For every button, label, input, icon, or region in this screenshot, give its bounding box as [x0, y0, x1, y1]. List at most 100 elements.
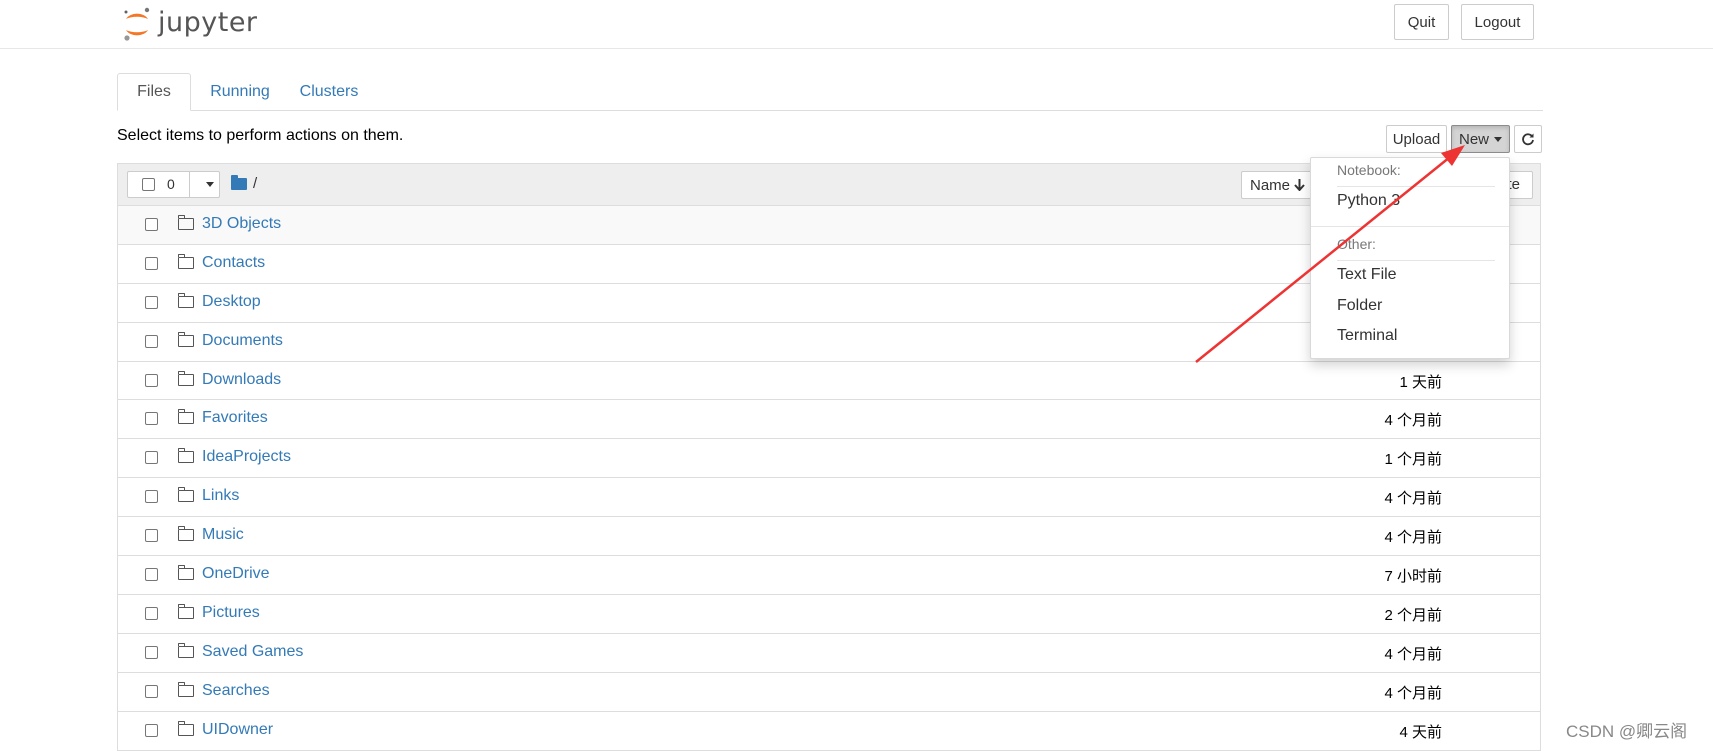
list-item[interactable]: Saved Games 4 个月前 — [118, 634, 1540, 673]
file-name-link[interactable]: Music — [202, 526, 244, 544]
modified-time: 4 个月前 — [1384, 645, 1442, 663]
caret-down-icon[interactable] — [206, 182, 214, 187]
logo-text: jupyter — [158, 6, 258, 38]
file-name-link[interactable]: OneDrive — [202, 565, 270, 583]
breadcrumb-root[interactable]: / — [253, 175, 257, 192]
folder-icon — [177, 448, 194, 464]
new-button[interactable]: New — [1451, 125, 1510, 153]
modified-time: 4 天前 — [1399, 723, 1442, 741]
row-checkbox[interactable] — [145, 723, 158, 737]
divider — [189, 172, 190, 197]
row-checkbox[interactable] — [145, 295, 158, 309]
folder-icon — [231, 174, 247, 190]
modified-time: 4 个月前 — [1384, 412, 1442, 430]
select-all-checkbox[interactable] — [142, 178, 155, 191]
tab-bar: Files Running Clusters — [117, 73, 1543, 111]
row-checkbox[interactable] — [145, 373, 158, 387]
menu-item-terminal[interactable]: Terminal — [1337, 327, 1397, 345]
list-item[interactable]: Links 4 个月前 — [118, 478, 1540, 518]
menu-divider — [1311, 226, 1509, 227]
row-checkbox[interactable] — [145, 606, 158, 620]
list-item[interactable]: Favorites 4 个月前 — [118, 400, 1540, 440]
folder-icon — [177, 681, 194, 697]
quit-button[interactable]: Quit — [1394, 4, 1449, 40]
notebook-section-header: Notebook: — [1337, 162, 1401, 178]
new-dropdown-menu: Notebook: Python 3 Other: Text File Fold… — [1310, 157, 1510, 359]
row-checkbox[interactable] — [145, 412, 158, 426]
folder-icon — [177, 292, 194, 308]
other-section-header: Other: — [1337, 236, 1376, 252]
list-item[interactable]: OneDrive 7 小时前 — [118, 556, 1540, 595]
modified-time: 2 个月前 — [1384, 606, 1442, 624]
select-all-control[interactable]: 0 — [127, 171, 220, 198]
modified-time: 4 个月前 — [1384, 529, 1442, 547]
jupyter-logo[interactable]: jupyter — [120, 4, 258, 44]
row-checkbox[interactable] — [145, 334, 158, 348]
list-item[interactable]: UIDowner 4 天前 — [118, 712, 1540, 751]
row-checkbox[interactable] — [145, 256, 158, 270]
breadcrumb[interactable]: / — [231, 174, 257, 192]
modified-time: 1 个月前 — [1384, 451, 1442, 469]
file-name-link[interactable]: Saved Games — [202, 643, 303, 661]
row-checkbox[interactable] — [145, 568, 158, 582]
folder-icon — [177, 370, 194, 386]
menu-item-folder[interactable]: Folder — [1337, 297, 1382, 315]
row-checkbox[interactable] — [145, 490, 158, 504]
list-item[interactable]: IdeaProjects 1 个月前 — [118, 439, 1540, 479]
list-item[interactable]: Downloads 1 天前 — [118, 362, 1540, 401]
folder-icon — [177, 603, 194, 619]
row-checkbox[interactable] — [145, 645, 158, 659]
tab-running[interactable]: Running — [205, 73, 275, 111]
file-name-link[interactable]: Documents — [202, 332, 283, 350]
caret-down-icon — [1494, 136, 1502, 142]
menu-item-python3[interactable]: Python 3 — [1337, 192, 1400, 210]
file-name-link[interactable]: IdeaProjects — [202, 448, 291, 466]
row-checkbox[interactable] — [145, 529, 158, 543]
folder-icon — [177, 487, 194, 503]
file-name-link[interactable]: Searches — [202, 682, 270, 700]
modified-time: 4 个月前 — [1384, 490, 1442, 508]
tab-clusters[interactable]: Clusters — [292, 73, 366, 111]
folder-icon — [177, 565, 194, 581]
logout-button[interactable]: Logout — [1461, 4, 1534, 40]
menu-separator — [1337, 260, 1495, 261]
modified-time: 4 个月前 — [1384, 684, 1442, 702]
modified-time: 1 天前 — [1399, 373, 1442, 391]
row-checkbox[interactable] — [145, 684, 158, 698]
selected-count: 0 — [167, 176, 175, 192]
file-name-link[interactable]: Downloads — [202, 371, 281, 389]
upload-button[interactable]: Upload — [1386, 125, 1447, 153]
file-name-link[interactable]: Favorites — [202, 409, 268, 427]
folder-icon — [177, 720, 194, 736]
folder-icon — [177, 409, 194, 425]
list-item[interactable]: Searches 4 个月前 — [118, 673, 1540, 712]
jupyter-logo-icon — [124, 7, 150, 41]
file-name-link[interactable]: Contacts — [202, 254, 265, 272]
sort-by-name-button[interactable]: Name — [1241, 171, 1315, 199]
file-name-link[interactable]: 3D Objects — [202, 215, 281, 233]
folder-icon — [177, 253, 194, 269]
row-checkbox[interactable] — [145, 451, 158, 465]
row-checkbox[interactable] — [145, 218, 158, 231]
menu-separator — [1337, 186, 1495, 187]
file-name-link[interactable]: UIDowner — [202, 721, 273, 739]
folder-icon — [177, 526, 194, 542]
folder-icon — [177, 642, 194, 658]
new-button-label: New — [1458, 130, 1489, 148]
sort-name-label: Name — [1250, 176, 1291, 194]
tab-files[interactable]: Files — [117, 73, 191, 111]
file-name-link[interactable]: Pictures — [202, 604, 260, 622]
modified-time: 7 小时前 — [1384, 568, 1442, 586]
list-item[interactable]: Pictures 2 个月前 — [118, 595, 1540, 634]
file-name-link[interactable]: Desktop — [202, 293, 261, 311]
refresh-icon — [1522, 133, 1534, 146]
list-item[interactable]: Music 4 个月前 — [118, 517, 1540, 557]
folder-icon — [177, 215, 194, 230]
selection-hint: Select items to perform actions on them. — [117, 127, 404, 144]
arrow-down-icon — [1294, 179, 1305, 191]
watermark: CSDN @卿云阁 — [1566, 722, 1688, 741]
file-name-link[interactable]: Links — [202, 487, 239, 505]
header-bar: jupyter Quit Logout — [0, 0, 1713, 49]
refresh-button[interactable] — [1514, 125, 1542, 153]
menu-item-text-file[interactable]: Text File — [1337, 266, 1397, 284]
